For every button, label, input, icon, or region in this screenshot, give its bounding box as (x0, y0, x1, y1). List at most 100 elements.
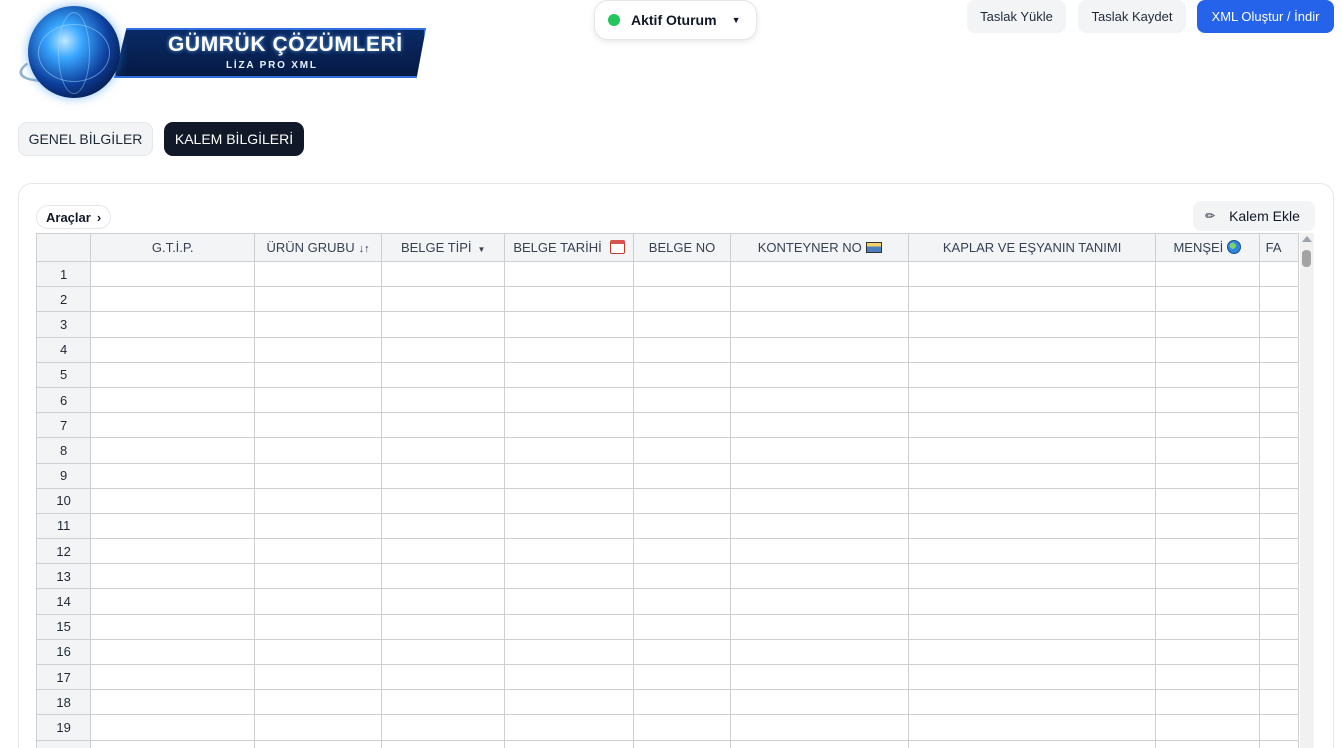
grid-cell[interactable] (254, 512, 383, 540)
grid-cell[interactable] (381, 311, 506, 338)
grid-cell[interactable] (908, 336, 1157, 363)
grid-cell[interactable] (381, 361, 506, 388)
grid-cell[interactable] (1155, 437, 1260, 464)
grid-cell[interactable] (381, 538, 506, 565)
grid-cell[interactable] (1155, 512, 1260, 540)
grid-cell[interactable] (1258, 311, 1299, 338)
grid-cell[interactable] (504, 336, 634, 363)
grid-cell[interactable] (254, 689, 383, 716)
grid-cell[interactable] (504, 588, 634, 615)
grid-cell[interactable] (90, 563, 256, 590)
grid-cell[interactable] (908, 663, 1157, 691)
grid-cell[interactable] (1258, 361, 1299, 388)
grid-cell[interactable] (381, 286, 506, 313)
grid-cell[interactable] (730, 739, 910, 748)
grid-cell[interactable] (90, 663, 256, 691)
grid-cell[interactable] (1258, 412, 1299, 439)
grid-cell[interactable] (504, 286, 634, 313)
row-number[interactable]: 3 (36, 311, 92, 338)
grid-cell[interactable] (381, 386, 506, 414)
grid-cell[interactable] (90, 487, 256, 514)
grid-cell[interactable] (90, 311, 256, 338)
grid-cell[interactable] (632, 588, 732, 615)
grid-cell[interactable] (1258, 638, 1299, 666)
column-header-packages-description[interactable]: KAPLAR VE EŞYANIN TANIMI (908, 233, 1157, 262)
grid-cell[interactable] (908, 512, 1157, 540)
grid-cell[interactable] (632, 663, 732, 691)
grid-cell[interactable] (730, 689, 910, 716)
grid-cell[interactable] (90, 260, 256, 288)
column-header-document-no[interactable]: BELGE NO (632, 233, 732, 262)
grid-cell[interactable] (1258, 437, 1299, 464)
save-draft-button[interactable]: Taslak Kaydet (1078, 0, 1186, 33)
row-number[interactable]: 14 (36, 588, 92, 615)
grid-cell[interactable] (381, 638, 506, 666)
grid-cell[interactable] (730, 512, 910, 540)
grid-cell[interactable] (254, 361, 383, 388)
grid-cell[interactable] (1258, 336, 1299, 363)
grid-cell[interactable] (908, 563, 1157, 590)
grid-cell[interactable] (504, 437, 634, 464)
grid-cell[interactable] (504, 412, 634, 439)
grid-cell[interactable] (90, 538, 256, 565)
grid-cell[interactable] (254, 260, 383, 288)
grid-cell[interactable] (632, 412, 732, 439)
grid-cell[interactable] (1258, 538, 1299, 565)
row-number[interactable]: 13 (36, 563, 92, 590)
grid-cell[interactable] (1155, 462, 1260, 489)
grid-cell[interactable] (1155, 260, 1260, 288)
grid-cell[interactable] (730, 487, 910, 514)
grid-cell[interactable] (908, 689, 1157, 716)
grid-cell[interactable] (381, 437, 506, 464)
grid-cell[interactable] (1258, 512, 1299, 540)
grid-cell[interactable] (632, 286, 732, 313)
grid-cell[interactable] (908, 361, 1157, 388)
grid-cell[interactable] (908, 462, 1157, 489)
dropdown-icon[interactable]: ▼ (478, 245, 486, 254)
grid-cell[interactable] (1258, 613, 1299, 640)
grid-cell[interactable] (908, 739, 1157, 748)
grid-cell[interactable] (1155, 739, 1260, 748)
grid-cell[interactable] (632, 563, 732, 590)
grid-cell[interactable] (730, 412, 910, 439)
grid-cell[interactable] (632, 512, 732, 540)
grid-cell[interactable] (254, 663, 383, 691)
grid-cell[interactable] (1155, 689, 1260, 716)
grid-cell[interactable] (1155, 412, 1260, 439)
calendar-icon[interactable] (609, 240, 625, 254)
row-number[interactable]: 4 (36, 336, 92, 363)
globe-icon[interactable] (1227, 240, 1242, 254)
column-header-document-type[interactable]: BELGE TİPİ ▼ (381, 233, 506, 262)
grid-cell[interactable] (381, 563, 506, 590)
grid-cell[interactable] (90, 286, 256, 313)
grid-cell[interactable] (90, 336, 256, 363)
grid-cell[interactable] (90, 638, 256, 666)
grid-cell[interactable] (381, 714, 506, 741)
grid-cell[interactable] (1258, 714, 1299, 741)
grid-cell[interactable] (504, 563, 634, 590)
grid-cell[interactable] (1258, 563, 1299, 590)
grid-cell[interactable] (1155, 538, 1260, 565)
grid-cell[interactable] (1155, 663, 1260, 691)
row-number[interactable]: 5 (36, 361, 92, 388)
grid-cell[interactable] (632, 487, 732, 514)
grid-cell[interactable] (90, 689, 256, 716)
row-number[interactable]: 6 (36, 386, 92, 414)
grid-cell[interactable] (504, 714, 634, 741)
grid-cell[interactable] (1155, 487, 1260, 514)
grid-cell[interactable] (1155, 286, 1260, 313)
grid-cell[interactable] (90, 588, 256, 615)
grid-cell[interactable] (730, 588, 910, 615)
row-number[interactable]: 18 (36, 689, 92, 716)
grid-cell[interactable] (381, 663, 506, 691)
grid-cell[interactable] (632, 739, 732, 748)
grid-cell[interactable] (632, 336, 732, 363)
grid-cell[interactable] (1258, 386, 1299, 414)
grid-cell[interactable] (381, 412, 506, 439)
grid-cell[interactable] (381, 260, 506, 288)
grid-cell[interactable] (632, 311, 732, 338)
grid-cell[interactable] (90, 739, 256, 748)
grid-cell[interactable] (1155, 336, 1260, 363)
generate-xml-button[interactable]: XML Oluştur / İndir (1197, 0, 1334, 33)
grid-cell[interactable] (1258, 462, 1299, 489)
